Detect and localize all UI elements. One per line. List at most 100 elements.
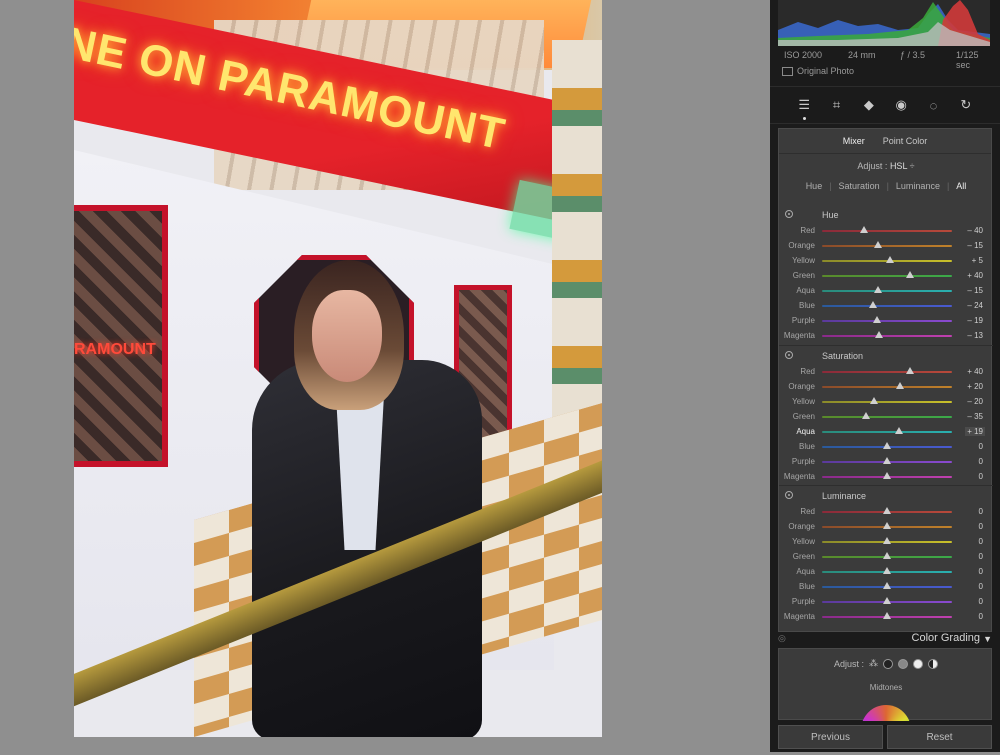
saturation-slider-magenta[interactable]: Magenta 0 (779, 469, 993, 484)
mode-luminance[interactable]: Luminance (896, 181, 940, 191)
slider-value[interactable]: 0 (979, 472, 983, 481)
collapse-triangle-icon[interactable]: ▼ (983, 634, 992, 644)
slider-value[interactable]: + 40 (967, 367, 983, 376)
slider-value[interactable]: – 15 (967, 241, 983, 250)
slider-track[interactable] (822, 305, 952, 307)
slider-thumb[interactable] (873, 241, 882, 248)
slider-track[interactable] (822, 371, 952, 373)
hue-slider-aqua[interactable]: Aqua – 15 (779, 283, 993, 298)
hue-slider-orange[interactable]: Orange – 15 (779, 238, 993, 253)
slider-value[interactable]: 0 (979, 597, 983, 606)
luminance-slider-purple[interactable]: Purple 0 (779, 594, 993, 609)
highlights-circle-icon[interactable] (913, 658, 923, 669)
slider-thumb[interactable] (883, 612, 891, 619)
slider-value[interactable]: 0 (979, 567, 983, 576)
mixer-adjust[interactable]: Adjust : HSL ÷ (779, 161, 993, 171)
slider-thumb[interactable] (896, 382, 904, 389)
saturation-slider-red[interactable]: Red + 40 (779, 364, 993, 379)
saturation-slider-green[interactable]: Green – 35 (779, 409, 993, 424)
slider-thumb[interactable] (883, 522, 891, 529)
previous-button[interactable]: Previous (778, 725, 883, 749)
midtones-circle-icon[interactable] (898, 658, 908, 669)
slider-value[interactable]: + 5 (972, 256, 983, 265)
slider-thumb[interactable] (883, 537, 891, 544)
slider-thumb[interactable] (872, 316, 881, 323)
slider-thumb[interactable] (883, 552, 891, 559)
slider-value[interactable]: – 20 (967, 397, 983, 406)
saturation-slider-purple[interactable]: Purple 0 (779, 454, 993, 469)
redeye-icon[interactable]: ◉ (893, 97, 909, 113)
slider-thumb[interactable] (859, 226, 868, 233)
slider-value[interactable]: – 24 (967, 301, 983, 310)
slider-thumb[interactable] (883, 457, 891, 464)
saturation-slider-yellow[interactable]: Yellow – 20 (779, 394, 993, 409)
slider-value[interactable]: 0 (979, 442, 983, 451)
global-circle-icon[interactable] (928, 658, 938, 669)
slider-thumb[interactable] (883, 567, 891, 574)
reset-button[interactable]: Reset (887, 725, 992, 749)
targeted-adjust-icon[interactable] (785, 491, 793, 499)
slider-track[interactable] (822, 230, 952, 232)
tab-mixer[interactable]: Mixer (843, 136, 865, 146)
masking-icon[interactable]: ◌ (925, 97, 941, 113)
slider-thumb[interactable] (862, 412, 871, 419)
hue-slider-yellow[interactable]: Yellow + 5 (779, 253, 993, 268)
tab-point-color[interactable]: Point Color (883, 136, 928, 146)
slider-thumb[interactable] (883, 442, 891, 449)
slider-track[interactable] (822, 431, 952, 433)
color-grading-header[interactable]: ◎ Color Grading ▼ (770, 630, 1000, 646)
hue-slider-green[interactable]: Green + 40 (779, 268, 993, 283)
luminance-slider-magenta[interactable]: Magenta 0 (779, 609, 993, 624)
saturation-slider-blue[interactable]: Blue 0 (779, 439, 993, 454)
slider-track[interactable] (822, 401, 952, 403)
slider-thumb[interactable] (873, 286, 882, 293)
hue-slider-magenta[interactable]: Magenta – 13 (779, 328, 993, 343)
slider-thumb[interactable] (906, 367, 915, 374)
saturation-slider-orange[interactable]: Orange + 20 (779, 379, 993, 394)
slider-value[interactable]: 0 (979, 537, 983, 546)
slider-value[interactable]: 0 (979, 457, 983, 466)
mode-hue[interactable]: Hue (806, 181, 823, 191)
edit-sliders-icon[interactable]: ☰ (796, 97, 812, 120)
mode-saturation[interactable]: Saturation (839, 181, 880, 191)
slider-value[interactable]: – 35 (967, 412, 983, 421)
slider-value[interactable]: – 19 (967, 316, 983, 325)
slider-value[interactable]: 0 (979, 552, 983, 561)
hue-slider-blue[interactable]: Blue – 24 (779, 298, 993, 313)
slider-value[interactable]: 0 (979, 582, 983, 591)
three-way-icon[interactable]: ⁂ (869, 658, 878, 669)
luminance-slider-aqua[interactable]: Aqua 0 (779, 564, 993, 579)
saturation-slider-aqua[interactable]: Aqua + 19 (779, 424, 993, 439)
mode-all[interactable]: All (956, 181, 966, 191)
original-photo-toggle[interactable]: Original Photo (782, 66, 854, 76)
slider-value[interactable]: – 13 (967, 331, 983, 340)
slider-thumb[interactable] (883, 582, 891, 589)
slider-value[interactable]: – 40 (967, 226, 983, 235)
healing-eraser-icon[interactable]: ◆ (861, 97, 877, 113)
slider-value[interactable]: 0 (979, 507, 983, 516)
luminance-slider-blue[interactable]: Blue 0 (779, 579, 993, 594)
luminance-slider-yellow[interactable]: Yellow 0 (779, 534, 993, 549)
slider-value[interactable]: + 20 (967, 382, 983, 391)
slider-track[interactable] (822, 386, 952, 388)
luminance-slider-red[interactable]: Red 0 (779, 504, 993, 519)
targeted-adjust-icon[interactable] (785, 351, 793, 359)
slider-track[interactable] (822, 245, 952, 247)
luminance-slider-orange[interactable]: Orange 0 (779, 519, 993, 534)
slider-thumb[interactable] (883, 507, 891, 514)
slider-thumb[interactable] (883, 472, 891, 479)
hue-slider-purple[interactable]: Purple – 19 (779, 313, 993, 328)
slider-track[interactable] (822, 416, 952, 418)
shadows-circle-icon[interactable] (883, 658, 893, 669)
presets-icon[interactable]: ↻ (958, 97, 974, 113)
slider-value[interactable]: 0 (979, 612, 983, 621)
slider-track[interactable] (822, 275, 952, 277)
slider-thumb[interactable] (883, 597, 891, 604)
targeted-adjust-icon[interactable] (785, 210, 793, 218)
slider-thumb[interactable] (870, 397, 878, 404)
slider-value[interactable]: – 15 (967, 286, 983, 295)
slider-value[interactable]: 0 (979, 522, 983, 531)
slider-thumb[interactable] (885, 256, 894, 263)
slider-value[interactable]: + 19 (965, 427, 985, 436)
slider-thumb[interactable] (875, 331, 884, 338)
